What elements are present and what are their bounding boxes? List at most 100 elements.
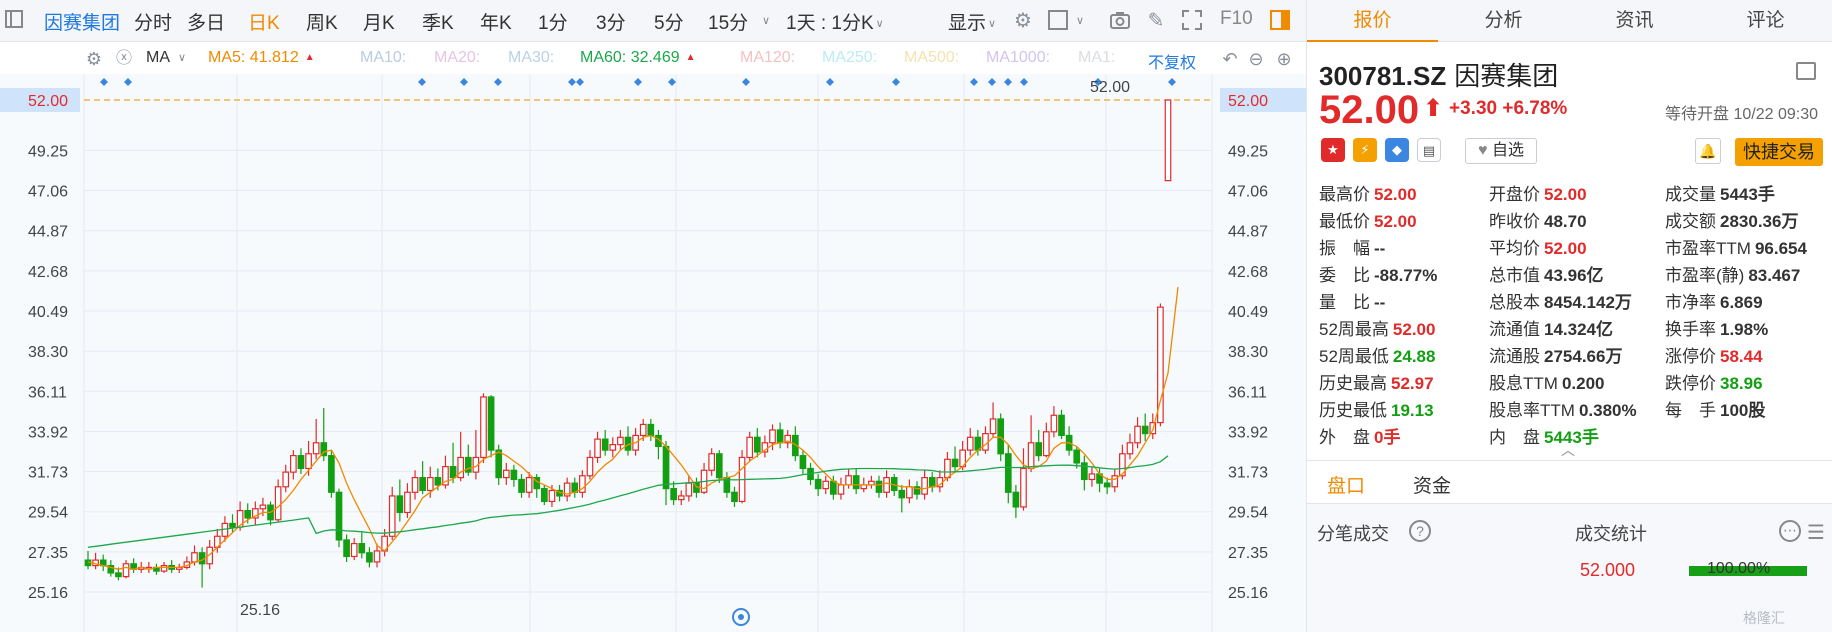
tab-quote[interactable]: 报价 bbox=[1307, 0, 1438, 42]
price-change: +3.30 +6.78% bbox=[1449, 98, 1567, 120]
ma-type-dropdown[interactable]: MA ∨ bbox=[146, 49, 186, 67]
kline-chart[interactable]: 49.25 49.25 47.06 47.06 44.87 44.87 42.68 42.68… bbox=[0, 74, 1306, 632]
candle-body bbox=[305, 453, 312, 470]
stat-value: 24.88 bbox=[1392, 347, 1436, 366]
ma-value-text: MA20: bbox=[434, 49, 481, 66]
lightning-icon[interactable]: ⚡ bbox=[1353, 138, 1377, 162]
stat-cell: 涨停价 58.44 bbox=[1665, 342, 1763, 368]
tab-analysis[interactable]: 分析 bbox=[1438, 0, 1569, 42]
stat-value: 5443手 bbox=[1720, 185, 1775, 204]
stat-cell: 平均价 52.00 bbox=[1489, 234, 1587, 260]
period-select[interactable]: 1天 : 1分K ∨ bbox=[786, 8, 884, 35]
candle-body bbox=[160, 565, 168, 572]
candle-body bbox=[617, 436, 624, 446]
fullscreen-icon[interactable] bbox=[1180, 9, 1204, 33]
list-icon[interactable]: ☰ bbox=[1807, 520, 1825, 545]
max-price-label: 52.00 bbox=[1090, 79, 1130, 96]
stat-label: 每 手 bbox=[1665, 401, 1716, 420]
tab-comments[interactable]: 评论 bbox=[1700, 0, 1831, 42]
adjust-mode-link[interactable]: 不复权 bbox=[1148, 49, 1196, 73]
layout-dropdown[interactable]: ∨ bbox=[1074, 10, 1084, 32]
ma-value-text: MA5: 41.812 bbox=[208, 49, 299, 66]
more-options-icon[interactable]: ⋯ bbox=[1779, 520, 1801, 542]
stat-value: 52.00 bbox=[1544, 185, 1587, 204]
stat-value: 52.97 bbox=[1391, 374, 1434, 393]
bell-icon[interactable]: 🔔 bbox=[1695, 138, 1721, 164]
y-tick-label-right: 33.92 bbox=[1228, 424, 1268, 441]
candle-body bbox=[1126, 442, 1134, 455]
trend-up-icon: ▲ bbox=[304, 52, 315, 64]
collapse-chevron-icon[interactable]: ︿ bbox=[1561, 440, 1575, 460]
candle-body bbox=[670, 488, 677, 501]
stat-cell: 流通值 14.324亿 bbox=[1489, 315, 1613, 341]
stat-cell: 换手率 1.98% bbox=[1665, 315, 1768, 341]
stock-name: 因赛集团 bbox=[1454, 61, 1559, 91]
tab-quarterly-k[interactable]: 季K bbox=[422, 8, 454, 35]
tab-monthly-k[interactable]: 月K bbox=[363, 8, 395, 35]
tab-capital-flow[interactable]: 资金 bbox=[1413, 471, 1451, 498]
display-dropdown[interactable]: 显示 ∨ bbox=[948, 8, 996, 35]
tab-weekly-k[interactable]: 周K bbox=[306, 8, 338, 35]
more-periods-dropdown[interactable]: ∨ bbox=[760, 10, 770, 32]
tab-news[interactable]: 资讯 bbox=[1569, 0, 1700, 42]
heart-icon: ♥ bbox=[1478, 142, 1488, 159]
ma-close-icon[interactable]: ⓧ bbox=[112, 47, 136, 71]
tag-icon[interactable]: ◆ bbox=[1385, 138, 1409, 162]
panel-layout-icon[interactable] bbox=[1796, 62, 1816, 80]
ma-value-4: MA60: 32.469 ▲ bbox=[580, 49, 696, 67]
tab-yearly-k[interactable]: 年K bbox=[480, 8, 512, 35]
tab-intraday[interactable]: 分时 bbox=[134, 8, 172, 35]
tab-order-book[interactable]: 盘口 bbox=[1327, 471, 1365, 498]
stat-cell: 成交量 5443手 bbox=[1665, 180, 1775, 206]
y-tick-label-right: 47.06 bbox=[1228, 184, 1268, 201]
candle-body bbox=[290, 455, 297, 473]
stat-label: 历史最低 bbox=[1319, 401, 1387, 420]
tab-15min[interactable]: 15分 bbox=[708, 8, 748, 35]
quick-trade-button[interactable]: 快捷交易 bbox=[1735, 138, 1823, 166]
zoom-out-icon[interactable]: ⊖ bbox=[1244, 47, 1268, 71]
note-icon[interactable]: ▤ bbox=[1417, 138, 1441, 162]
stat-label: 流通值 bbox=[1489, 320, 1540, 339]
stat-label: 流通股 bbox=[1489, 347, 1540, 366]
settings-gear-icon[interactable]: ⚙ bbox=[1011, 9, 1035, 33]
stat-cell: 总市值 43.96亿 bbox=[1489, 261, 1604, 287]
y-tick-label-left: 38.30 bbox=[28, 344, 68, 361]
stat-value: 6.869 bbox=[1720, 293, 1763, 312]
panel-toggle-icon[interactable] bbox=[2, 9, 26, 33]
stat-cell: 历史最高 52.97 bbox=[1319, 369, 1434, 395]
candle-body bbox=[746, 436, 754, 459]
stat-cell: 最低价 52.00 bbox=[1319, 207, 1417, 233]
undo-icon[interactable]: ↶ bbox=[1218, 47, 1242, 71]
stat-value: 52.00 bbox=[1392, 320, 1436, 339]
candle-body bbox=[1088, 473, 1096, 481]
camera-icon[interactable] bbox=[1108, 9, 1132, 33]
candle-body bbox=[419, 477, 426, 492]
candle-body bbox=[647, 423, 655, 437]
ma-settings-gear-icon[interactable]: ⚙ bbox=[82, 47, 106, 71]
stock-name-tab[interactable]: 因赛集团 bbox=[44, 8, 120, 35]
help-icon[interactable]: ? bbox=[1409, 520, 1431, 542]
candle-body bbox=[906, 486, 913, 499]
stat-label: 外 盘 bbox=[1319, 428, 1370, 447]
layout-square-icon[interactable] bbox=[1046, 9, 1070, 33]
add-watchlist-button[interactable]: ♥ 自选 bbox=[1465, 138, 1537, 164]
stat-cell: 市净率 6.869 bbox=[1665, 288, 1763, 314]
stat-value: 0.380% bbox=[1578, 401, 1637, 420]
stat-value: 52.00 bbox=[1544, 239, 1587, 258]
tab-1min[interactable]: 1分 bbox=[538, 8, 568, 35]
zoom-in-icon[interactable]: ⊕ bbox=[1272, 47, 1296, 71]
tab-5min[interactable]: 5分 bbox=[654, 8, 684, 35]
ma-value-text: MA60: 32.469 bbox=[580, 49, 680, 66]
tab-multi-day[interactable]: 多日 bbox=[187, 8, 225, 35]
side-panel-icon[interactable] bbox=[1268, 9, 1292, 33]
tab-daily-k[interactable]: 日K bbox=[248, 8, 280, 35]
f10-button[interactable]: F10 bbox=[1220, 8, 1253, 30]
ma-value-2: MA20: bbox=[434, 49, 480, 67]
tab-3min[interactable]: 3分 bbox=[596, 8, 626, 35]
candle-body bbox=[928, 477, 936, 488]
chart-toolbar: 因赛集团 分时 多日 日K 周K 月K 季K 年K 1分 3分 5分 15分 ∨… bbox=[0, 0, 1306, 42]
stat-label: 成交额 bbox=[1665, 212, 1716, 231]
draw-pen-icon[interactable]: ✎ bbox=[1144, 9, 1168, 33]
stat-cell: 历史最低 19.13 bbox=[1319, 396, 1434, 422]
right-panel-tabs: 报价 分析 资讯 评论 bbox=[1307, 0, 1832, 42]
